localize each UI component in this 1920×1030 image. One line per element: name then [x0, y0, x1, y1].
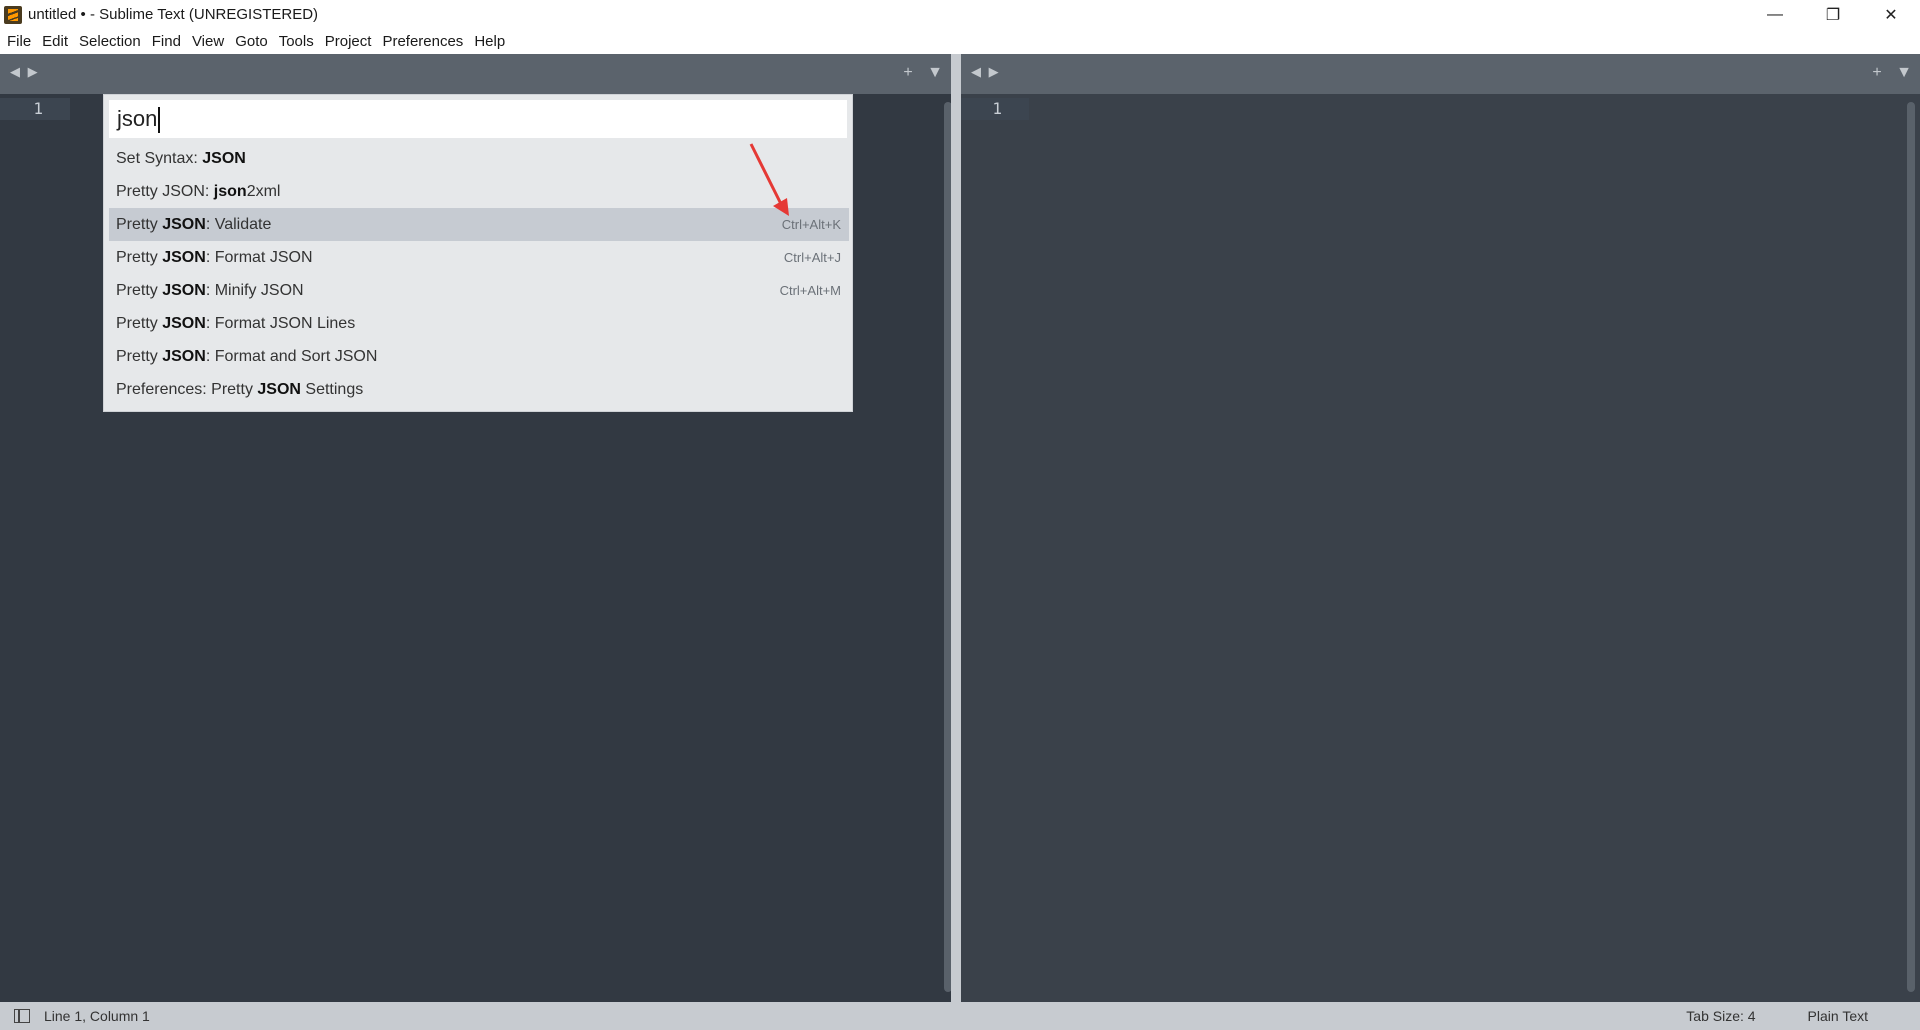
item-prefix: Pretty — [116, 249, 163, 266]
palette-item[interactable]: Preferences: Pretty JSON Settings — [109, 373, 849, 406]
tab-list-dropdown-icon[interactable]: ▼ — [1896, 64, 1912, 81]
item-suffix: : Format and Sort JSON — [205, 348, 378, 365]
item-match: JSON — [162, 348, 206, 365]
close-button[interactable]: ✕ — [1862, 0, 1920, 29]
palette-item[interactable]: Set Syntax: JSON — [109, 142, 849, 175]
palette-query-text: json — [117, 106, 158, 131]
menu-view[interactable]: View — [188, 33, 231, 50]
item-prefix: Pretty — [116, 348, 163, 365]
item-match: JSON — [162, 216, 206, 233]
palette-item[interactable]: Pretty JSON: json2xml — [109, 175, 849, 208]
tab-nav-arrows-icon[interactable]: ◀ ▶ — [10, 64, 40, 80]
menu-help[interactable]: Help — [470, 33, 512, 50]
item-match: JSON — [162, 249, 206, 266]
editor-pane-right[interactable]: 1 — [961, 94, 1920, 1002]
item-suffix: 2xml — [246, 183, 281, 200]
syntax-indicator[interactable]: Plain Text — [1808, 1008, 1868, 1024]
minimize-button[interactable]: — — [1746, 0, 1804, 29]
window-controls: — ❐ ✕ — [1746, 0, 1920, 29]
palette-item-selected[interactable]: Pretty JSON: Validate Ctrl+Alt+K — [109, 208, 849, 241]
title-bar: untitled • - Sublime Text (UNREGISTERED)… — [0, 0, 1920, 29]
tab-size-indicator[interactable]: Tab Size: 4 — [1686, 1008, 1755, 1024]
palette-item[interactable]: Pretty JSON: Format JSON Lines — [109, 307, 849, 340]
status-bar: Line 1, Column 1 Tab Size: 4 Plain Text — [0, 1002, 1920, 1030]
menu-bar: File Edit Selection Find View Goto Tools… — [0, 29, 1920, 54]
cursor-position: Line 1, Column 1 — [44, 1008, 150, 1024]
item-prefix: Preferences: Pretty — [116, 381, 258, 398]
new-tab-plus-icon[interactable]: + — [903, 64, 912, 81]
item-prefix: Pretty — [116, 216, 163, 233]
tab-list-dropdown-icon[interactable]: ▼ — [927, 64, 943, 81]
palette-item[interactable]: Pretty JSON: Format and Sort JSON — [109, 340, 849, 373]
item-suffix: : Minify JSON — [205, 282, 304, 299]
menu-goto[interactable]: Goto — [231, 33, 275, 50]
menu-preferences[interactable]: Preferences — [378, 33, 470, 50]
item-prefix: Pretty — [116, 282, 163, 299]
annotation-arrow-icon — [749, 143, 789, 216]
menu-find[interactable]: Find — [148, 33, 188, 50]
item-suffix: : Format JSON Lines — [205, 315, 356, 332]
menu-file[interactable]: File — [3, 33, 38, 50]
item-match: JSON — [162, 315, 206, 332]
item-prefix: Pretty — [116, 315, 163, 332]
line-number: 1 — [961, 98, 1029, 120]
pane-divider[interactable] — [951, 54, 961, 1002]
palette-item[interactable]: Pretty JSON: Format JSON Ctrl+Alt+J — [109, 241, 849, 274]
scrollbar[interactable] — [1907, 102, 1915, 992]
line-number: 1 — [0, 98, 70, 120]
text-caret — [158, 107, 161, 134]
item-shortcut: Ctrl+Alt+M — [779, 283, 841, 298]
tab-strip-left: ◀ ▶ + ▼ — [0, 54, 951, 94]
menu-project[interactable]: Project — [321, 33, 379, 50]
menu-selection[interactable]: Selection — [75, 33, 148, 50]
item-prefix: Pretty JSON: — [116, 183, 214, 200]
item-suffix: Settings — [300, 381, 364, 398]
item-match: JSON — [162, 282, 206, 299]
item-match: JSON — [257, 381, 301, 398]
item-match: JSON — [202, 150, 246, 167]
command-palette-input[interactable]: json — [109, 100, 847, 138]
palette-item[interactable]: Pretty JSON: Minify JSON Ctrl+Alt+M — [109, 274, 849, 307]
item-suffix: : Validate — [205, 216, 272, 233]
item-prefix: Set Syntax: — [116, 150, 203, 167]
menu-edit[interactable]: Edit — [38, 33, 75, 50]
tab-nav-arrows-icon[interactable]: ◀ ▶ — [971, 64, 1001, 80]
menu-tools[interactable]: Tools — [275, 33, 321, 50]
sublime-app-icon — [4, 5, 22, 24]
new-tab-plus-icon[interactable]: + — [1872, 64, 1881, 81]
panel-toggle-icon[interactable] — [14, 1009, 30, 1023]
item-suffix: : Format JSON — [205, 249, 313, 266]
command-palette: json Set Syntax: JSON Pretty JSON: json2… — [103, 94, 853, 412]
item-shortcut: Ctrl+Alt+J — [783, 250, 841, 265]
item-match: json — [213, 183, 247, 200]
tab-strip-right: ◀ ▶ + ▼ — [961, 54, 1920, 94]
restore-button[interactable]: ❐ — [1804, 0, 1862, 29]
window-title: untitled • - Sublime Text (UNREGISTERED) — [28, 6, 319, 23]
